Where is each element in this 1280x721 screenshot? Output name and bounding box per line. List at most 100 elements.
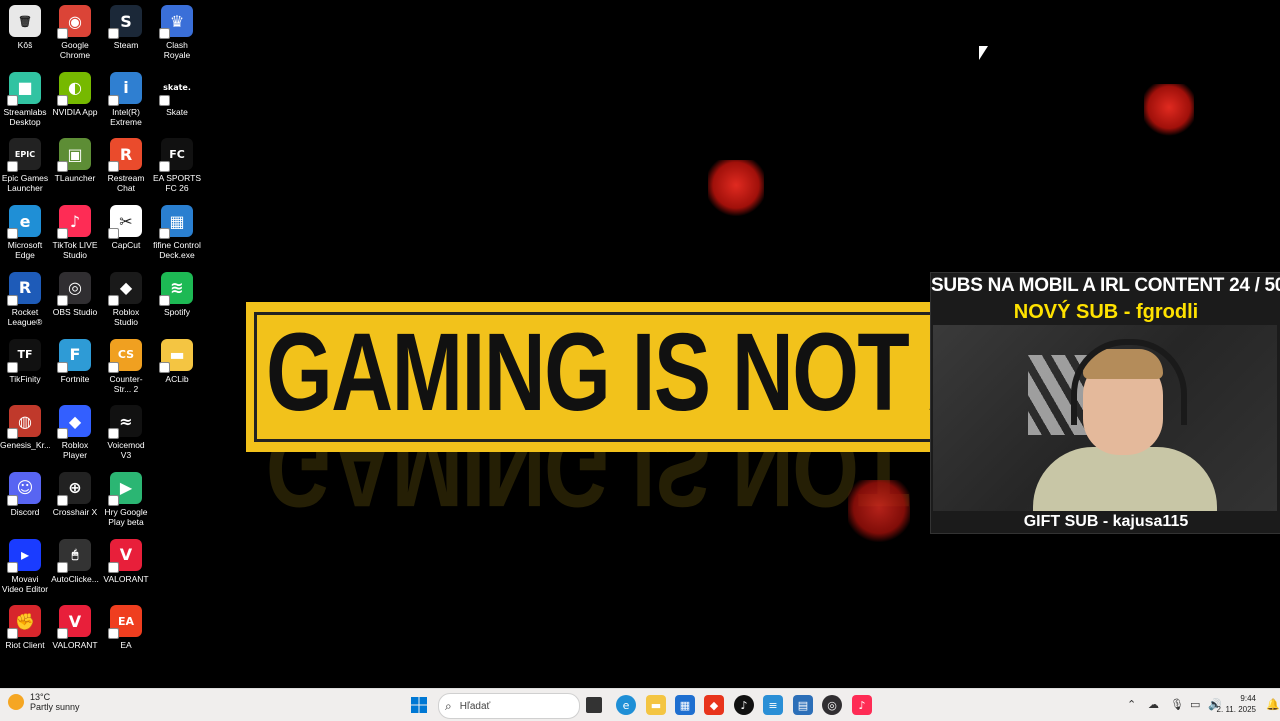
desktop-icon-label: EA SPORTS FC 26 [152, 173, 202, 194]
app-blue-icon[interactable]: ▤ [793, 695, 813, 715]
shortcut-arrow-icon [108, 161, 119, 173]
desktop-icon[interactable]: ■ Streamlabs Desktop [0, 71, 50, 127]
shortcut-arrow-icon [57, 94, 68, 106]
desktop-icon[interactable]: ♛ Clash Royale [152, 5, 202, 60]
desktop-icon-label: Kôš [17, 40, 33, 50]
ms-store-icon[interactable]: ▦ [675, 695, 695, 715]
desktop-icon[interactable]: V VALORANT [101, 538, 151, 584]
app-icon: EPIC [7, 138, 41, 173]
banner-reflection-text: GAMING IS NOT A CRI [266, 452, 932, 529]
shortcut-arrow-icon [7, 294, 18, 306]
desktop-icon[interactable]: ✊ Riot Client [0, 605, 50, 650]
app-icon: ♛ [159, 5, 193, 39]
windows-start-icon[interactable] [409, 695, 429, 715]
search-placeholder: Hľadať [459, 700, 491, 712]
taskbar-search-input[interactable]: ⌕ Hľadať [438, 693, 580, 719]
desktop-icon-label: Hry Google Play beta [104, 506, 148, 527]
onedrive-icon[interactable]: ☁ [1148, 698, 1159, 711]
weather-widget[interactable]: 13°C Partly sunny [8, 692, 80, 712]
desktop-icon-label: Roblox Player [61, 440, 89, 461]
desktop-icon[interactable]: skate. Skate [152, 71, 202, 117]
desktop-icon[interactable]: ♪ TikTok LIVE Studio [50, 205, 100, 260]
desktop-icon[interactable]: TF TikFinity [0, 338, 50, 384]
desktop-icon[interactable]: S Steam [101, 5, 151, 50]
tiktok-icon[interactable]: ♪ [734, 695, 754, 715]
desktop-icon[interactable]: ≈ Voicemod V3 [101, 405, 151, 460]
display-icon[interactable]: ▭ [1190, 698, 1200, 711]
shortcut-arrow-icon [7, 161, 18, 173]
shortcut-arrow-icon [159, 161, 170, 173]
streamer-body [1033, 447, 1217, 511]
app-icon: ▶ [108, 471, 142, 506]
desktop-icon-label: TLauncher [54, 173, 96, 184]
desktop-icon[interactable]: ◆ Roblox Player [50, 405, 100, 460]
desktop-icon[interactable]: ⊕ Crosshair X [50, 471, 100, 517]
shortcut-arrow-icon [159, 28, 170, 39]
app-red-diamond-icon[interactable]: ◆ [704, 695, 724, 715]
shortcut-arrow-icon [108, 28, 119, 39]
app-icon: CS [108, 338, 142, 373]
desktop-icon[interactable]: ▸Movavi Video Editor 25 [0, 538, 50, 594]
app-icon: R [108, 138, 142, 173]
shortcut-arrow-icon [7, 228, 18, 240]
desktop-icon[interactable]: ✂ CapCut [101, 205, 151, 250]
shortcut-arrow-icon [7, 561, 18, 573]
desktop-icon[interactable]: ☺ Discord [0, 471, 50, 517]
notepad-icon[interactable]: ≡ [763, 695, 783, 715]
desktop-icon[interactable]: ◍ Genesis_Kr... [0, 405, 50, 450]
app-icon: ◎ [57, 271, 91, 306]
subs-goal-title: SUBS NA MOBIL A IRL CONTENT 24 / 500 [931, 275, 1280, 296]
desktop-icon[interactable]: iIntel(R) Extreme Tu... [101, 71, 151, 127]
desktop-icon[interactable]: FC EA SPORTS FC 26 [152, 138, 202, 193]
mouse-cursor-icon [979, 46, 988, 60]
clock-date: 2. 11. 2025 [1216, 705, 1256, 714]
shortcut-arrow-icon [57, 628, 68, 640]
desktop-icon[interactable]: ▶ Hry Google Play beta [101, 471, 151, 527]
desktop-icon[interactable]: ◆ Roblox Studio [101, 271, 151, 327]
file-explorer-icon[interactable]: ▬ [646, 695, 666, 715]
weather-temp: 13°C [30, 692, 51, 702]
stream-overlay: SUBS NA MOBIL A IRL CONTENT 24 / 500 NOV… [930, 272, 1280, 534]
shortcut-arrow-icon [7, 94, 18, 106]
app-icon: i [108, 71, 142, 106]
desktop-icon[interactable]: 🗑 Kôš [0, 5, 50, 50]
app-icon: ≋ [159, 271, 193, 306]
desktop-icon[interactable]: CS Counter-Str... 2 [101, 338, 151, 394]
desktop-icon[interactable]: ◐ NVIDIA App [50, 71, 100, 117]
wallpaper-banner: GAMING IS NOT A CRI [246, 302, 932, 452]
desktop-icon[interactable]: EA EA [101, 605, 151, 650]
edge-icon[interactable]: e [616, 695, 636, 715]
tiktok-live-icon[interactable]: ♪ [852, 695, 872, 715]
headset [1071, 339, 1187, 425]
app-icon: EA [108, 605, 142, 640]
desktop-icon[interactable]: EPIC Epic Games Launcher [0, 138, 50, 193]
desktop-icon[interactable]: ▦ fifine Control Deck.exe [152, 205, 202, 260]
task-view-icon[interactable] [586, 697, 602, 713]
desktop-icon[interactable]: ▣ TLauncher [50, 138, 100, 183]
desktop-icon[interactable]: ◉ Google Chrome [50, 5, 100, 60]
desktop-icon-label: Genesis_Kr... [0, 440, 50, 451]
desktop-icon[interactable]: e Microsoft Edge [0, 205, 50, 260]
obs-taskbar-icon[interactable]: ◎ [822, 695, 842, 715]
microphone-icon[interactable]: 🎙 [1170, 698, 1184, 711]
app-icon: ☺ [7, 471, 41, 506]
desktop-icon[interactable]: 🖱 AutoClicke... [50, 538, 100, 584]
desktop-icon[interactable]: ◎ OBS Studio [50, 271, 100, 317]
desktop-icon[interactable]: R Restream Chat [101, 138, 151, 193]
chevron-up-icon[interactable]: ⌃ [1127, 698, 1136, 711]
desktop-icon[interactable]: V VALORANT [50, 605, 100, 650]
desktop-icon-label: CapCut [111, 240, 141, 251]
partly-sunny-icon [8, 694, 24, 710]
shortcut-arrow-icon [7, 494, 18, 506]
desktop-icon[interactable]: ▬ ACLib [152, 338, 202, 384]
shortcut-arrow-icon [57, 28, 68, 39]
app-icon: ◍ [7, 405, 41, 440]
desktop-icon[interactable]: ≋ Spotify [152, 271, 202, 317]
app-icon: ◉ [57, 5, 91, 39]
desktop-icon[interactable]: R Rocket League® [0, 271, 50, 327]
shortcut-arrow-icon [108, 228, 119, 240]
notification-bell-icon[interactable]: 🔔 [1266, 698, 1280, 711]
clock[interactable]: 9:44 2. 11. 2025 [1217, 693, 1256, 715]
taskbar: 13°C Partly sunny ⌕ Hľadať e ▬ ▦ ◆ ♪ ≡ ▤… [0, 688, 1280, 721]
desktop-icon[interactable]: F Fortnite [50, 338, 100, 384]
